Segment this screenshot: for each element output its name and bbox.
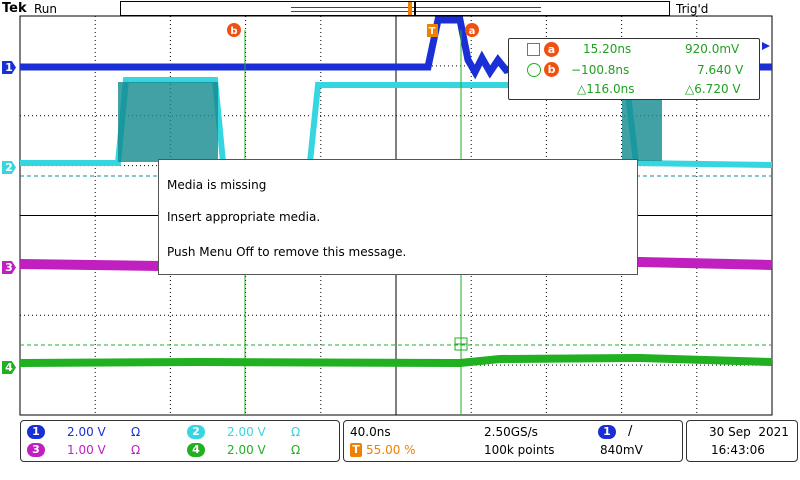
ch2-termination: Ω	[291, 425, 301, 439]
cursor-a-square-icon	[527, 43, 540, 56]
cursor-b-voltage: 7.640 V	[697, 63, 744, 77]
ch2-scale[interactable]: 2.00 V	[227, 425, 266, 439]
cursor-a-voltage: 920.0mV	[685, 42, 740, 56]
channel-settings-panel[interactable]: 1 2.00 V Ω 2 2.00 V Ω 3 1.00 V Ω 4 2.00 …	[20, 420, 340, 462]
ch1-marker-label: 1	[5, 61, 13, 74]
cursor-a-badge: a	[544, 42, 559, 57]
trigger-position-label: T	[429, 26, 436, 37]
ch1-scale[interactable]: 2.00 V	[67, 425, 106, 439]
ch1-termination: Ω	[131, 425, 141, 439]
trigger-level[interactable]: 840mV	[600, 443, 643, 457]
bottom-status-bar: 1 2.00 V Ω 2 2.00 V Ω 3 1.00 V Ω 4 2.00 …	[0, 418, 800, 480]
cursor-b-time: −100.8ns	[571, 63, 630, 77]
cursor-readout: a 15.20ns 920.0mV b −100.8ns 7.640 V △11…	[508, 38, 760, 100]
dialog-line-1: Insert appropriate media.	[167, 210, 321, 224]
dialog-title: Media is missing	[167, 178, 267, 192]
ch1-badge[interactable]: 1	[27, 425, 45, 439]
dialog-line-2: Push Menu Off to remove this message.	[167, 245, 407, 259]
cursor-b-marker-label: b	[230, 26, 237, 37]
ch4-badge[interactable]: 4	[187, 443, 205, 457]
ch3-marker-label: 3	[5, 261, 13, 274]
time-readout: 16:43:06	[711, 443, 765, 457]
cursor-b-circle-icon	[527, 63, 541, 77]
ch2-persistence-band	[118, 82, 218, 162]
ch2-badge[interactable]: 2	[187, 425, 205, 439]
cursor-b-badge: b	[544, 62, 559, 77]
ch3-badge[interactable]: 3	[27, 443, 45, 457]
horizontal-scale[interactable]: 40.0ns	[350, 425, 391, 439]
cursor-delta-time: △116.0ns	[577, 82, 635, 96]
ch2-marker-label: 2	[5, 161, 13, 174]
trigger-position-percent[interactable]: 55.00 %	[366, 443, 416, 457]
ch4-termination: Ω	[291, 443, 301, 457]
trigger-position-badge: T	[350, 443, 362, 457]
record-length[interactable]: 100k points	[484, 443, 555, 457]
cursor-a-time: 15.20ns	[583, 42, 632, 56]
media-missing-dialog[interactable]: Media is missing Insert appropriate medi…	[158, 159, 638, 275]
trigger-slope-icon[interactable]: /	[628, 424, 632, 439]
ch3-termination: Ω	[131, 443, 141, 457]
cursor-a-marker-label: a	[469, 26, 476, 37]
timebase-trigger-panel[interactable]: 40.0ns T 55.00 % 2.50GS/s 100k points 1 …	[343, 420, 683, 462]
sample-rate: 2.50GS/s	[484, 425, 538, 439]
trigger-source-badge[interactable]: 1	[598, 425, 616, 439]
trigger-level-arrow-icon[interactable]	[762, 42, 770, 50]
cursor-delta-voltage: △6.720 V	[685, 82, 741, 96]
ch4-scale[interactable]: 2.00 V	[227, 443, 266, 457]
date-readout: 30 Sep 2021	[709, 425, 789, 439]
datetime-panel: 30 Sep 2021 16:43:06	[686, 420, 798, 462]
ch4-marker-label: 4	[5, 361, 13, 374]
ch3-scale[interactable]: 1.00 V	[67, 443, 106, 457]
